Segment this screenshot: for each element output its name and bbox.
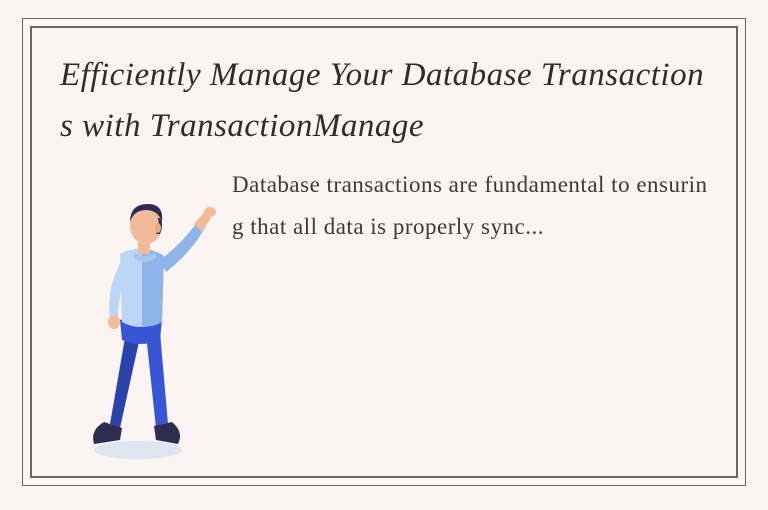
content-row: Database transactions are fundamental to… xyxy=(60,162,708,462)
inner-frame: Efficiently Manage Your Database Transac… xyxy=(30,26,738,478)
outer-frame: Efficiently Manage Your Database Transac… xyxy=(22,18,746,486)
person-pointing-icon xyxy=(60,162,220,462)
person-pointing-illustration xyxy=(60,162,220,462)
card-title: Efficiently Manage Your Database Transac… xyxy=(60,50,708,152)
card-body-text: Database transactions are fundamental to… xyxy=(232,162,708,247)
